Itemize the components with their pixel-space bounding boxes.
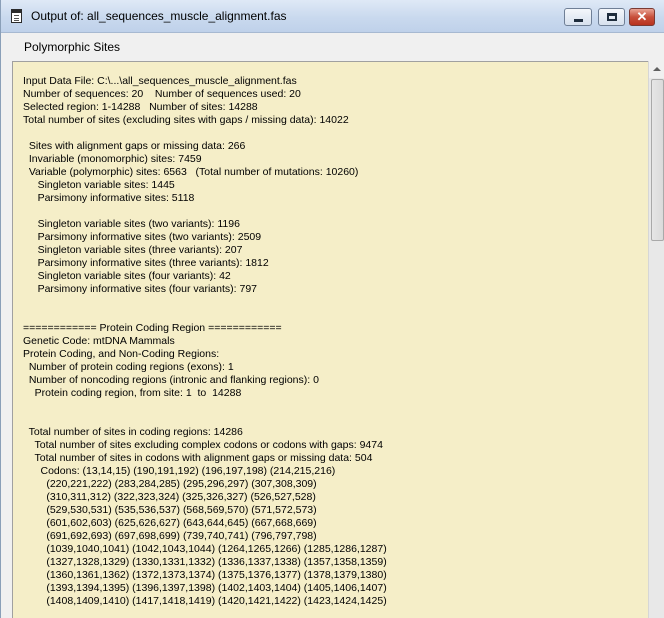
close-icon: ✕: [636, 9, 648, 24]
output-line: Codons: (13,14,15) (190,191,192) (196,19…: [23, 465, 336, 477]
output-line: Invariable (monomorphic) sites: 7459: [23, 153, 202, 165]
output-line: Singleton variable sites (two variants):…: [23, 218, 240, 230]
output-line: Total number of sites in coding regions:…: [23, 426, 243, 438]
output-line: Parsimony informative sites (three varia…: [23, 257, 269, 269]
output-line: Selected region: 1-14288 Number of sites…: [23, 101, 258, 113]
output-line: Sites with alignment gaps or missing dat…: [23, 140, 246, 152]
output-line: Protein coding region, from site: 1 to 1…: [23, 387, 242, 399]
output-line: Total number of sites excluding complex …: [23, 439, 383, 451]
output-line: (691,692,693) (697,698,699) (739,740,741…: [23, 530, 317, 542]
output-line: (1039,1040,1041) (1042,1043,1044) (1264,…: [23, 543, 387, 555]
minimize-icon: [574, 19, 583, 22]
output-text: Input Data File: C:\...\all_sequences_mu…: [23, 75, 387, 608]
document-icon: [11, 9, 22, 23]
output-line: (1327,1328,1329) (1330,1331,1332) (1336,…: [23, 556, 387, 568]
menu-bar: Polymorphic Sites: [2, 33, 664, 60]
output-line: Singleton variable sites (three variants…: [23, 244, 243, 256]
window-title: Output of: all_sequences_muscle_alignmen…: [31, 9, 287, 23]
output-line: ============ Protein Coding Region =====…: [23, 322, 282, 334]
output-line: Number of sequences: 20 Number of sequen…: [23, 88, 301, 100]
output-line: (601,602,603) (625,626,627) (643,644,645…: [23, 517, 317, 529]
vertical-scrollbar[interactable]: [648, 61, 664, 618]
output-line: Singleton variable sites: 1445: [23, 179, 175, 191]
menu-item-polymorphic-sites[interactable]: Polymorphic Sites: [24, 40, 120, 54]
scroll-up-arrow-icon[interactable]: [649, 61, 664, 78]
output-line: Variable (polymorphic) sites: 6563 (Tota…: [23, 166, 359, 178]
output-line: (1393,1394,1395) (1396,1397,1398) (1402,…: [23, 582, 387, 594]
maximize-icon: [607, 13, 617, 21]
output-line: Parsimony informative sites: 5118: [23, 192, 195, 204]
output-line: (310,311,312) (322,323,324) (325,326,327…: [23, 491, 316, 503]
close-button[interactable]: ✕: [629, 8, 655, 26]
output-line: Total number of sites in codons with ali…: [23, 452, 373, 464]
output-line: Total number of sites (excluding sites w…: [23, 114, 349, 126]
maximize-button[interactable]: [598, 8, 625, 26]
output-window: Output of: all_sequences_muscle_alignmen…: [0, 0, 664, 618]
output-line: Protein Coding, and Non-Coding Regions:: [23, 348, 220, 360]
output-line: Parsimony informative sites (two variant…: [23, 231, 262, 243]
output-line: Genetic Code: mtDNA Mammals: [23, 335, 175, 347]
output-line: (529,530,531) (535,536,537) (568,569,570…: [23, 504, 317, 516]
minimize-button[interactable]: [564, 8, 592, 26]
output-line: Input Data File: C:\...\all_sequences_mu…: [23, 75, 297, 87]
scroll-thumb[interactable]: [651, 79, 664, 241]
output-line: Number of noncoding regions (intronic an…: [23, 374, 319, 386]
output-line: Parsimony informative sites (four varian…: [23, 283, 257, 295]
output-line: (1360,1361,1362) (1372,1373,1374) (1375,…: [23, 569, 387, 581]
output-line: (220,221,222) (283,284,285) (295,296,297…: [23, 478, 317, 490]
output-line: Number of protein coding regions (exons)…: [23, 361, 234, 373]
output-text-area[interactable]: Input Data File: C:\...\all_sequences_mu…: [12, 61, 664, 618]
output-line: (1408,1409,1410) (1417,1418,1419) (1420,…: [23, 595, 387, 607]
output-line: Singleton variable sites (four variants)…: [23, 270, 231, 282]
title-bar[interactable]: Output of: all_sequences_muscle_alignmen…: [1, 0, 664, 33]
